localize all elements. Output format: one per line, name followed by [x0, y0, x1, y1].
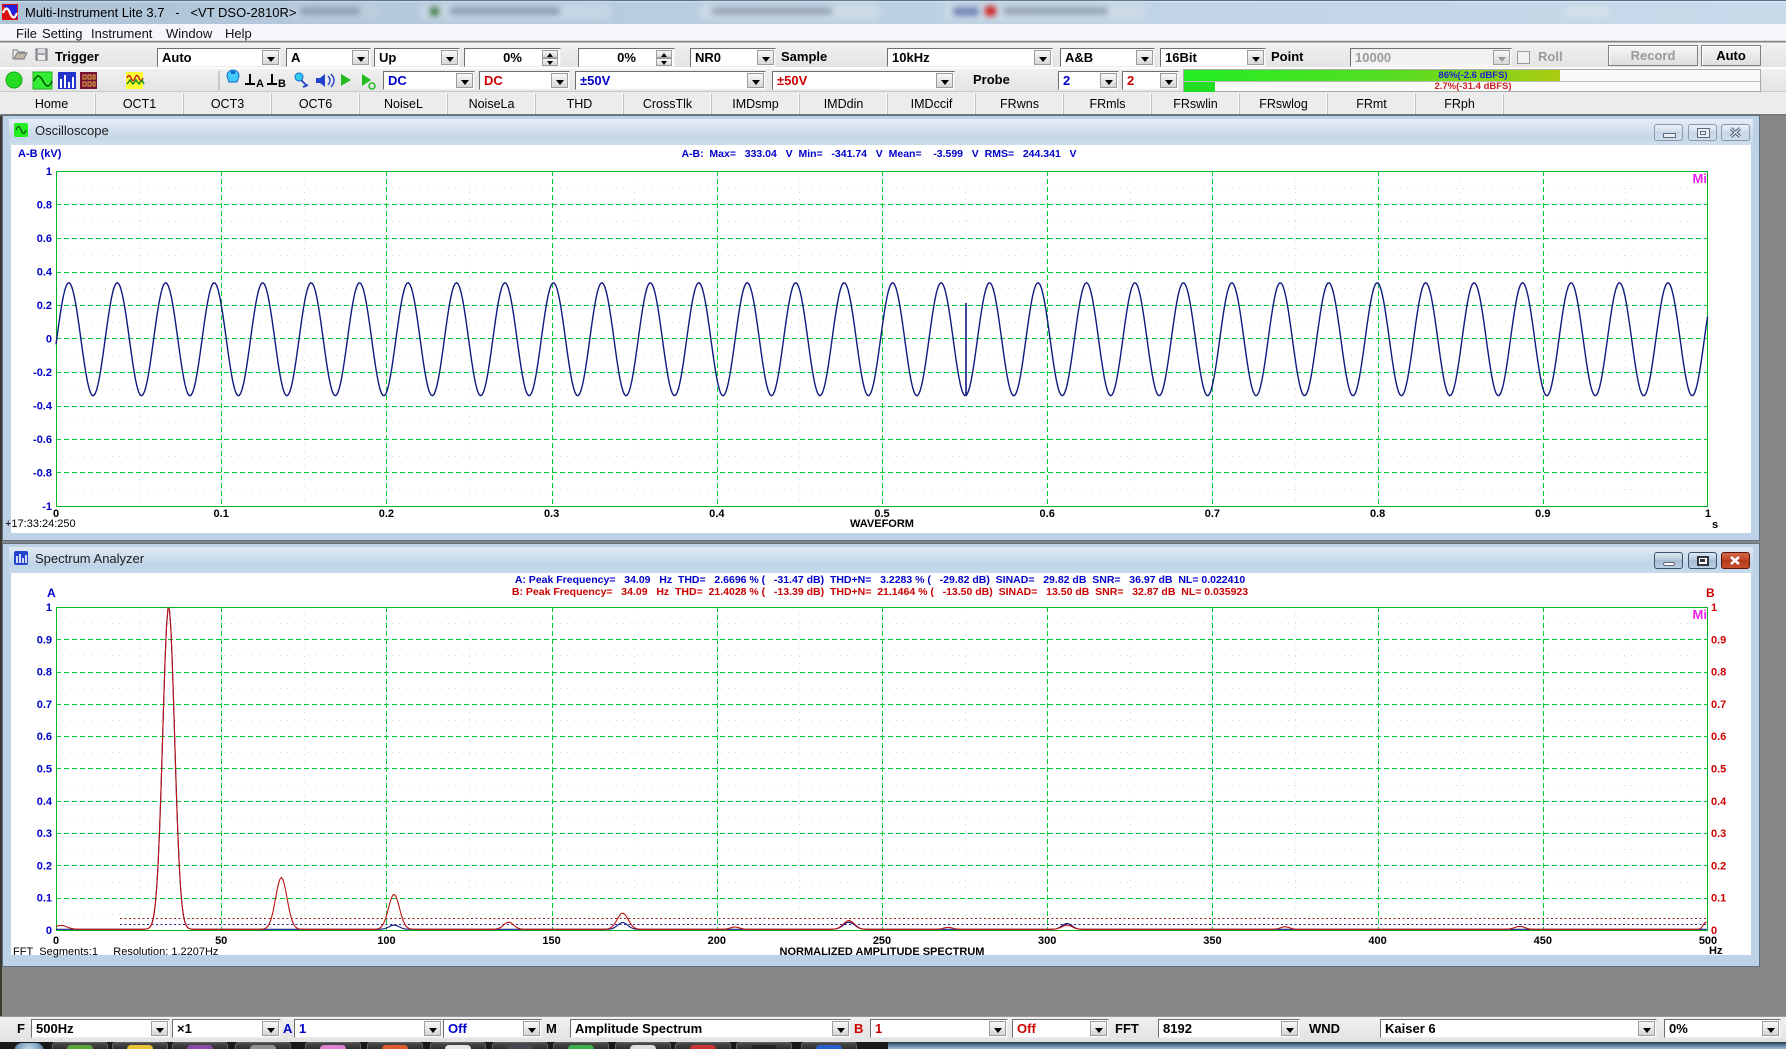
svg-text:A: A: [256, 78, 264, 90]
svg-text:B: B: [278, 78, 286, 90]
